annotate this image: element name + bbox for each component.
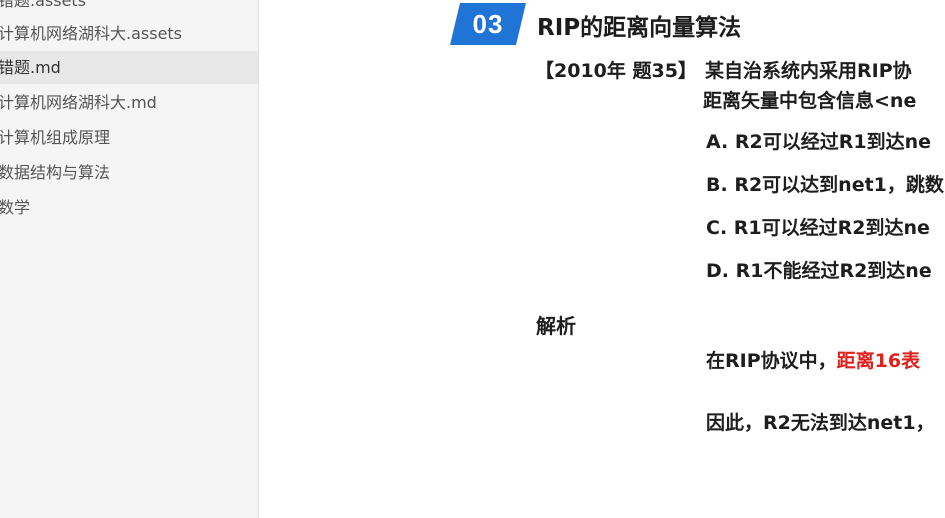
sidebar-item-label: 计算机网络湖科大.assets (0, 24, 183, 43)
sidebar-item-cuoti-assets[interactable]: 错题.assets (0, 0, 258, 17)
option-c: C. R1可以经过R2到达ne (706, 217, 930, 239)
analysis-line1-prefix: 在RIP协议中， (706, 350, 837, 372)
analysis-line1-highlight: 距离16表 (836, 350, 921, 372)
sidebar-item-label: 错题.md (0, 58, 61, 77)
sidebar-item-label: 数学 (0, 198, 31, 217)
sidebar-item-computer-organization[interactable]: 计算机组成原理 (0, 121, 258, 154)
sidebar-item-math[interactable]: 数学 (0, 191, 258, 224)
section-title: RIP的距离向量算法 (537, 15, 742, 41)
question-source: 【2010年 题35】 (535, 60, 697, 82)
sidebar-item-network-assets[interactable]: 计算机网络湖科大.assets (0, 17, 258, 50)
analysis-line1: 在RIP协议中，距离16表 (706, 346, 920, 373)
sidebar-item-network-md[interactable]: 计算机网络湖科大.md (0, 86, 258, 119)
slide-image-area: 03 RIP的距离向量算法 【2010年 题35】 某自治系统内采用RIP协 距… (259, 0, 945, 518)
question-text-line1: 某自治系统内采用RIP协 (705, 60, 912, 82)
analysis-heading: 解析 (536, 314, 576, 338)
sidebar-item-label: 计算机组成原理 (0, 128, 111, 147)
section-number: 03 (472, 9, 504, 39)
sidebar-item-label: 计算机网络湖科大.md (0, 93, 157, 112)
sidebar-item-label: 错题.assets (0, 0, 87, 10)
sidebar-item-data-structures[interactable]: 数据结构与算法 (0, 156, 258, 189)
option-a: A. R2可以经过R1到达ne (706, 131, 932, 153)
section-number-badge: 03 (450, 3, 526, 45)
question-text-line2: 距离矢量中包含信息<ne (703, 90, 917, 112)
analysis-line2: 因此，R2无法到达net1， (706, 412, 935, 434)
sidebar-item-cuoti-md[interactable]: 错题.md (0, 51, 258, 84)
option-d: D. R1不能经过R2到达ne (706, 260, 932, 282)
file-sidebar: 错题.assets 计算机网络湖科大.assets 错题.md 计算机网络湖科大… (0, 0, 259, 518)
sidebar-item-label: 数据结构与算法 (0, 163, 111, 182)
option-b: B. R2可以达到net1，跳数 (706, 174, 944, 196)
